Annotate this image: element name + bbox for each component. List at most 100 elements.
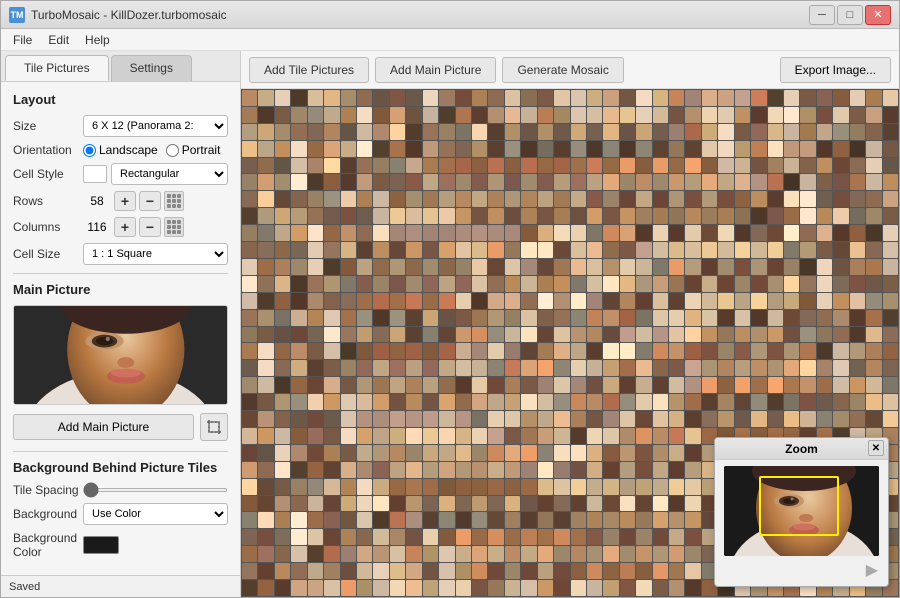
mosaic-cell <box>800 360 815 376</box>
menu-file[interactable]: File <box>5 31 40 49</box>
mosaic-cell <box>718 174 733 190</box>
mosaic-cell <box>653 512 668 528</box>
mosaic-cell <box>472 479 487 495</box>
mosaic-cell <box>324 343 339 359</box>
mosaic-cell <box>620 191 635 207</box>
mosaic-cell <box>800 158 815 174</box>
mosaic-cell <box>702 394 717 410</box>
mosaic-cell <box>390 394 405 410</box>
mosaic-cell <box>505 191 520 207</box>
mosaic-cell <box>357 191 372 207</box>
mosaic-cell <box>718 343 733 359</box>
tab-tile-pictures[interactable]: Tile Pictures <box>5 55 109 81</box>
rows-increment[interactable]: + <box>114 191 136 211</box>
mosaic-cell <box>653 479 668 495</box>
crop-button[interactable] <box>200 413 228 441</box>
mosaic-cell <box>357 377 372 393</box>
add-tile-pictures-button[interactable]: Add Tile Pictures <box>249 57 369 83</box>
mosaic-cell <box>242 191 257 207</box>
mosaic-cell <box>456 90 471 106</box>
mosaic-cell <box>373 327 388 343</box>
cell-size-select[interactable]: 1 : 1 Square <box>83 243 228 265</box>
mosaic-cell <box>324 191 339 207</box>
mosaic-cell <box>636 124 651 140</box>
mosaic-cell <box>620 276 635 292</box>
mosaic-cell <box>702 360 717 376</box>
mosaic-cell <box>850 225 865 241</box>
mosaic-cell <box>357 563 372 579</box>
mosaic-cell <box>800 124 815 140</box>
zoom-close-button[interactable]: ✕ <box>868 440 884 456</box>
mosaic-cell <box>784 394 799 410</box>
mosaic-cell <box>718 259 733 275</box>
cell-size-control[interactable]: 1 : 1 Square <box>83 243 228 265</box>
minimize-button[interactable]: ─ <box>809 5 835 25</box>
cell-style-select[interactable]: Rectangular <box>111 163 228 185</box>
size-select[interactable]: 6 X 12 (Panorama 2: <box>83 115 228 137</box>
mosaic-cell <box>603 141 618 157</box>
rows-grid-icon[interactable] <box>164 191 184 211</box>
rows-decrement[interactable]: − <box>139 191 161 211</box>
add-main-picture-toolbar-button[interactable]: Add Main Picture <box>375 57 496 83</box>
mosaic-cell <box>472 428 487 444</box>
mosaic-cell <box>800 90 815 106</box>
main-toolbar: Add Tile Pictures Add Main Picture Gener… <box>241 51 899 89</box>
maximize-button[interactable]: □ <box>837 5 863 25</box>
mosaic-cell <box>242 90 257 106</box>
mosaic-cell <box>620 242 635 258</box>
mosaic-cell <box>800 191 815 207</box>
mosaic-cell <box>833 107 848 123</box>
mosaic-cell <box>505 394 520 410</box>
spacing-slider[interactable] <box>83 488 228 492</box>
mosaic-cell <box>571 546 586 562</box>
mosaic-cell <box>275 546 290 562</box>
columns-increment[interactable]: + <box>114 217 136 237</box>
mosaic-cell <box>373 242 388 258</box>
mosaic-cell <box>242 529 257 545</box>
portrait-option[interactable]: Portrait <box>166 143 221 157</box>
mosaic-cell <box>817 225 832 241</box>
mosaic-cell <box>603 529 618 545</box>
mosaic-cell <box>390 242 405 258</box>
columns-grid-icon[interactable] <box>164 217 184 237</box>
spacing-label: Tile Spacing <box>13 483 83 497</box>
background-select[interactable]: Use Color <box>83 503 228 525</box>
mosaic-cell <box>258 479 273 495</box>
mosaic-cell <box>406 259 421 275</box>
background-control[interactable]: Use Color <box>83 503 228 525</box>
landscape-option[interactable]: Landscape <box>83 143 158 157</box>
menu-help[interactable]: Help <box>77 31 118 49</box>
mosaic-cell <box>505 225 520 241</box>
generate-mosaic-button[interactable]: Generate Mosaic <box>502 57 623 83</box>
mosaic-cell <box>669 496 684 512</box>
mosaic-cell <box>505 512 520 528</box>
mosaic-cell <box>357 310 372 326</box>
mosaic-cell <box>439 158 454 174</box>
mosaic-cell <box>685 563 700 579</box>
add-main-picture-button[interactable]: Add Main Picture <box>13 414 194 440</box>
mosaic-cell <box>653 462 668 478</box>
mosaic-cell <box>554 174 569 190</box>
menu-edit[interactable]: Edit <box>40 31 77 49</box>
size-control[interactable]: 6 X 12 (Panorama 2: <box>83 115 228 137</box>
mosaic-cell <box>324 580 339 596</box>
mosaic-cell <box>850 394 865 410</box>
mosaic-cell <box>439 259 454 275</box>
mosaic-cell <box>735 225 750 241</box>
mosaic-cell <box>620 546 635 562</box>
export-image-button[interactable]: Export Image... <box>780 57 891 83</box>
mosaic-cell <box>324 242 339 258</box>
mosaic-cell <box>735 158 750 174</box>
mosaic-cell <box>456 360 471 376</box>
tab-settings[interactable]: Settings <box>111 55 192 81</box>
background-color-swatch[interactable] <box>83 536 119 554</box>
close-button[interactable]: ✕ <box>865 5 891 25</box>
mosaic-cell <box>620 107 635 123</box>
columns-decrement[interactable]: − <box>139 217 161 237</box>
mosaic-cell <box>341 141 356 157</box>
mosaic-cell <box>242 174 257 190</box>
mosaic-cell <box>505 174 520 190</box>
mosaic-cell <box>620 411 635 427</box>
mosaic-cell <box>735 242 750 258</box>
mosaic-cell <box>439 343 454 359</box>
